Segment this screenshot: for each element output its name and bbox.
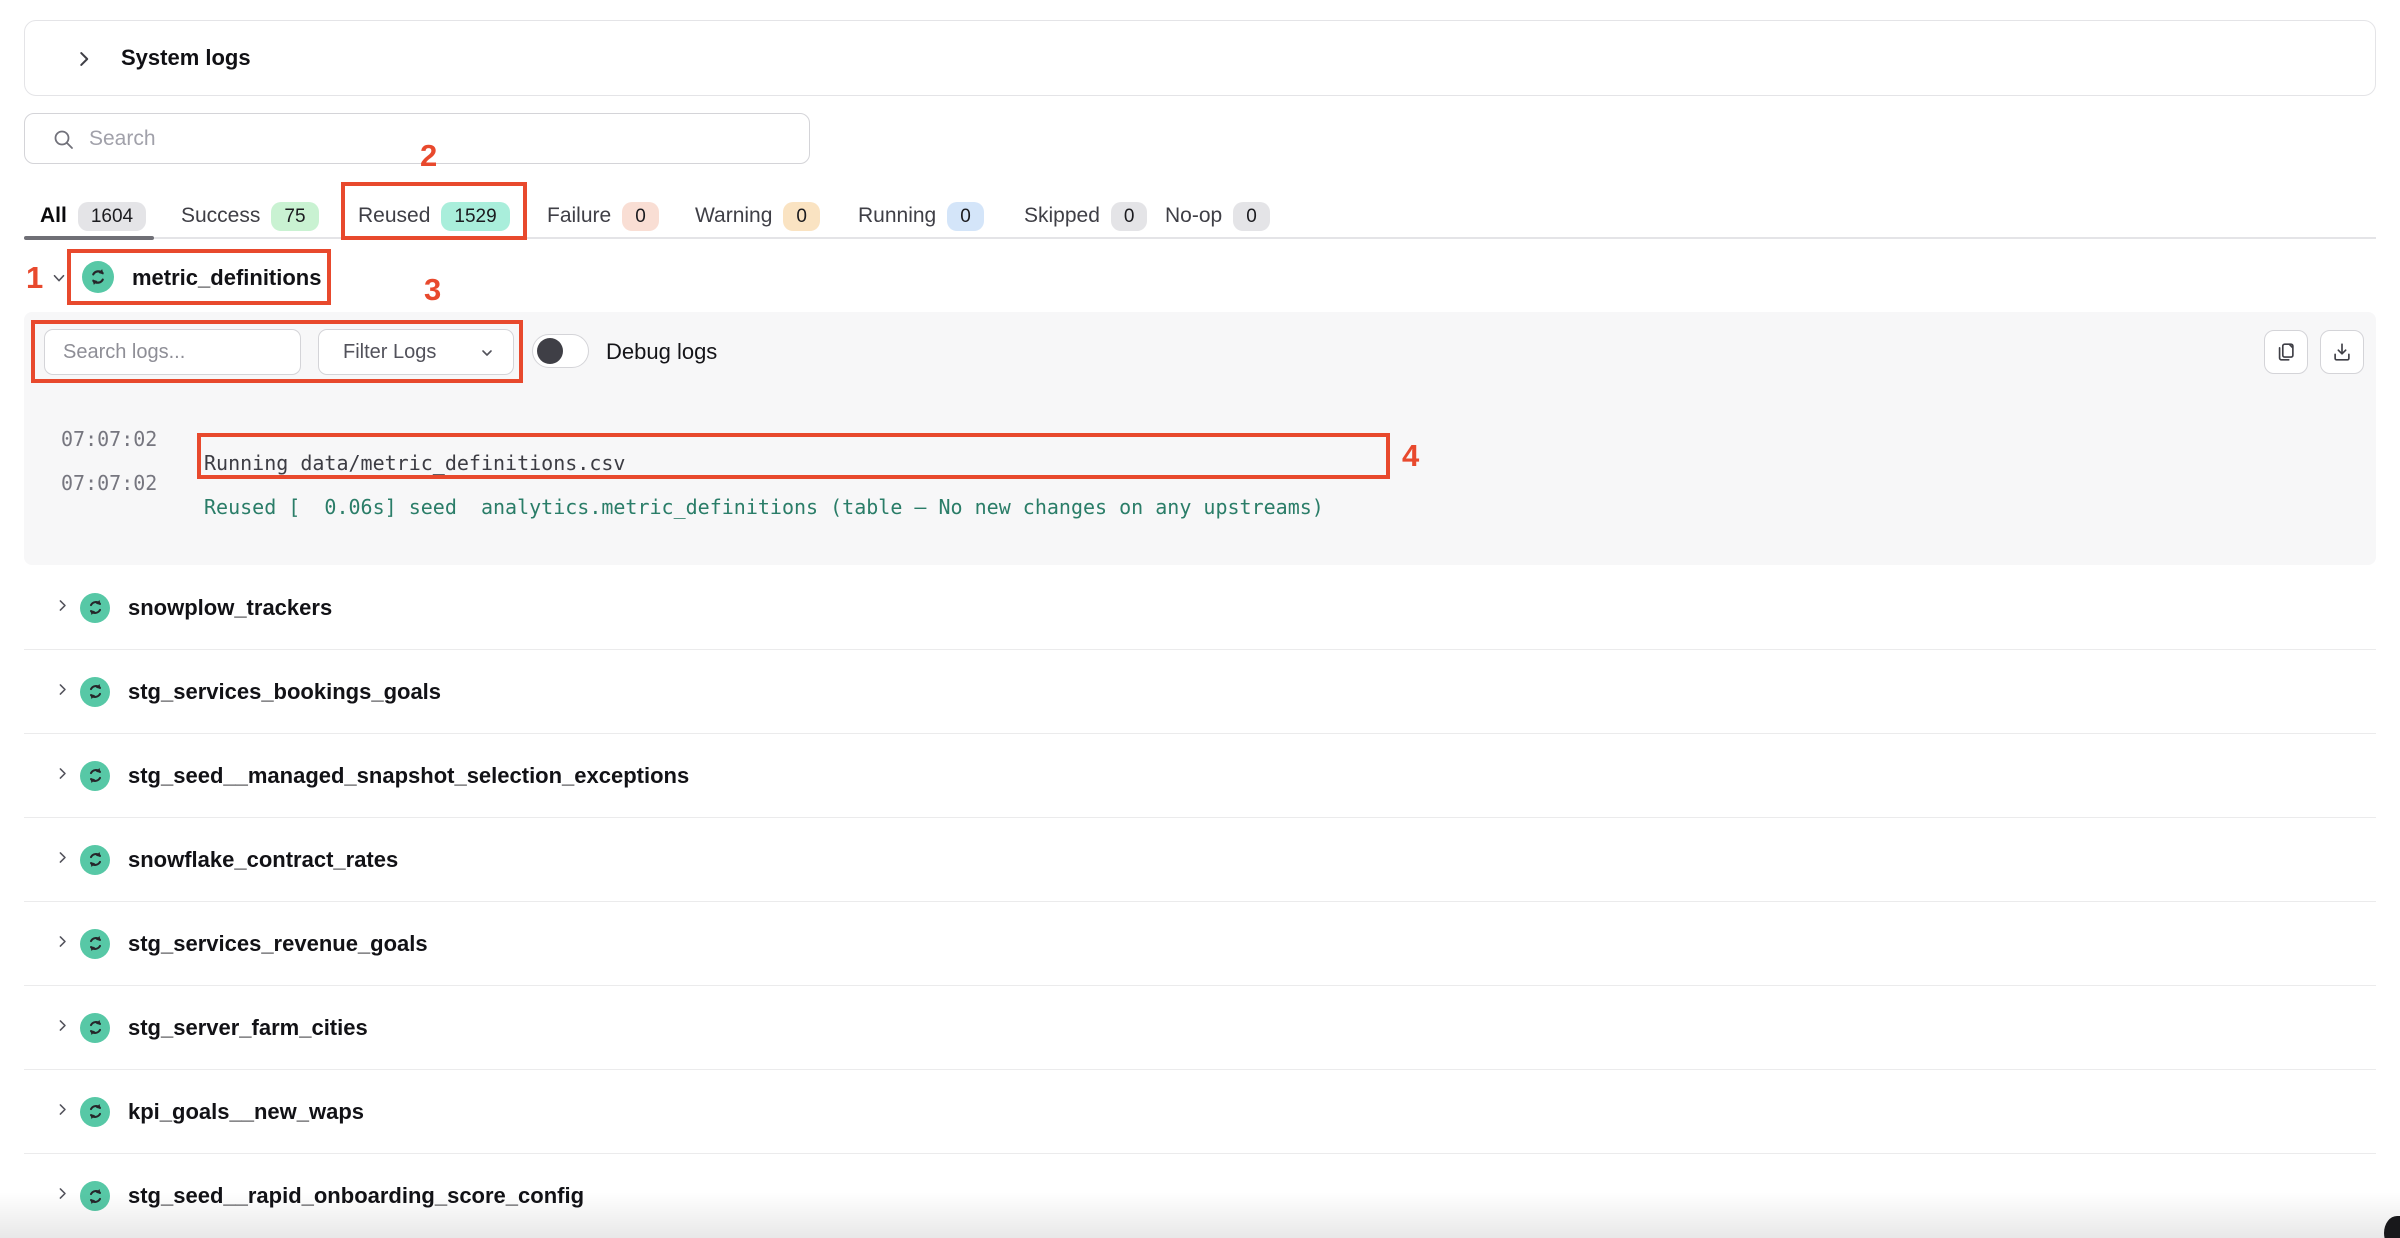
system-logs-page: System logs Search All 1604 Success 75 R… bbox=[0, 0, 2400, 1238]
log-search-placeholder: Search logs... bbox=[63, 341, 185, 364]
sync-icon bbox=[80, 1181, 110, 1211]
sync-icon bbox=[80, 1013, 110, 1043]
chevron-right-icon[interactable] bbox=[73, 48, 95, 70]
debug-logs-toggle[interactable] bbox=[532, 334, 589, 368]
chevron-right-icon bbox=[54, 1101, 71, 1123]
sync-icon bbox=[80, 845, 110, 875]
node-label: stg_services_revenue_goals bbox=[128, 931, 428, 957]
sync-icon bbox=[80, 677, 110, 707]
copy-icon bbox=[2275, 341, 2297, 363]
tab-count-badge: 1529 bbox=[441, 202, 509, 231]
tabs-underline bbox=[24, 237, 2376, 239]
search-input[interactable]: Search bbox=[24, 113, 810, 164]
tab-skipped[interactable]: Skipped 0 bbox=[1024, 197, 1147, 235]
log-timestamp: 07:07:02 bbox=[61, 471, 157, 495]
chevron-right-icon bbox=[54, 765, 71, 787]
tab-count-badge: 1604 bbox=[78, 202, 146, 231]
node-row[interactable]: stg_seed__managed_snapshot_selection_exc… bbox=[24, 734, 2376, 818]
node-label: stg_seed__managed_snapshot_selection_exc… bbox=[128, 763, 689, 789]
node-row[interactable]: stg_services_bookings_goals bbox=[24, 650, 2376, 734]
node-row[interactable]: stg_server_farm_cities bbox=[24, 986, 2376, 1070]
tab-all[interactable]: All 1604 bbox=[40, 197, 146, 235]
sync-icon bbox=[82, 261, 114, 293]
active-tab-indicator bbox=[24, 236, 154, 240]
download-icon bbox=[2331, 341, 2353, 363]
tab-success[interactable]: Success 75 bbox=[181, 197, 319, 235]
chevron-right-icon bbox=[54, 849, 71, 871]
chevron-right-icon bbox=[54, 1185, 71, 1207]
node-row[interactable]: stg_services_revenue_goals bbox=[24, 902, 2376, 986]
node-row[interactable]: snowflake_contract_rates bbox=[24, 818, 2376, 902]
expanded-node-label: metric_definitions bbox=[132, 265, 321, 291]
chevron-right-icon bbox=[54, 933, 71, 955]
filter-logs-dropdown[interactable]: Filter Logs bbox=[318, 329, 514, 375]
tab-label: Failure bbox=[547, 204, 611, 228]
log-line: 07:07:02 Reused [ 0.06s] seed analytics.… bbox=[24, 447, 2376, 473]
tab-label: No-op bbox=[1165, 204, 1222, 228]
tab-warning[interactable]: Warning 0 bbox=[695, 197, 820, 235]
sync-icon bbox=[80, 593, 110, 623]
node-label: kpi_goals__new_waps bbox=[128, 1099, 364, 1125]
node-row[interactable]: stg_seed__rapid_onboarding_score_config bbox=[24, 1154, 2376, 1238]
sync-icon bbox=[80, 929, 110, 959]
tab-count-badge: 0 bbox=[622, 202, 659, 231]
tab-label: Skipped bbox=[1024, 204, 1100, 228]
toggle-knob bbox=[537, 338, 563, 364]
log-search-input[interactable]: Search logs... bbox=[44, 329, 301, 375]
chevron-right-icon bbox=[54, 597, 71, 619]
log-line: 07:07:02 Running data/metric_definitions… bbox=[24, 403, 2376, 429]
tab-count-badge: 75 bbox=[271, 202, 318, 231]
chevron-right-icon bbox=[54, 1017, 71, 1039]
copy-logs-button[interactable] bbox=[2264, 330, 2308, 374]
tab-count-badge: 0 bbox=[1233, 202, 1270, 231]
node-row[interactable]: snowplow_trackers bbox=[24, 566, 2376, 650]
tab-reused[interactable]: Reused 1529 bbox=[358, 197, 510, 235]
node-label: stg_seed__rapid_onboarding_score_config bbox=[128, 1183, 584, 1209]
tab-label: Success bbox=[181, 204, 260, 228]
expanded-node-row[interactable] bbox=[24, 246, 2376, 308]
chevron-down-icon[interactable] bbox=[50, 269, 68, 292]
page-title: System logs bbox=[121, 45, 251, 71]
tab-label: Reused bbox=[358, 204, 430, 228]
tab-failure[interactable]: Failure 0 bbox=[547, 197, 659, 235]
tab-noop[interactable]: No-op 0 bbox=[1165, 197, 1270, 235]
system-logs-card: System logs bbox=[24, 20, 2376, 96]
download-logs-button[interactable] bbox=[2320, 330, 2364, 374]
tab-count-badge: 0 bbox=[947, 202, 984, 231]
sync-icon bbox=[80, 1097, 110, 1127]
log-text-reused: Reused [ 0.06s] seed analytics.metric_de… bbox=[204, 495, 1324, 519]
corner-artifact bbox=[2384, 1216, 2400, 1238]
sync-icon bbox=[80, 761, 110, 791]
chevron-right-icon bbox=[54, 681, 71, 703]
tab-label: All bbox=[40, 204, 67, 228]
node-label: stg_services_bookings_goals bbox=[128, 679, 441, 705]
chevron-down-icon bbox=[479, 345, 495, 361]
tab-label: Running bbox=[858, 204, 936, 228]
node-label: snowflake_contract_rates bbox=[128, 847, 398, 873]
tab-count-badge: 0 bbox=[783, 202, 820, 231]
filter-logs-label: Filter Logs bbox=[343, 341, 436, 364]
node-label: snowplow_trackers bbox=[128, 595, 332, 621]
node-label: stg_server_farm_cities bbox=[128, 1015, 368, 1041]
debug-logs-label: Debug logs bbox=[606, 339, 717, 365]
search-placeholder: Search bbox=[89, 127, 156, 151]
tab-label: Warning bbox=[695, 204, 772, 228]
node-list: snowplow_trackers stg_services_bookings_… bbox=[24, 566, 2376, 1238]
node-row[interactable]: kpi_goals__new_waps bbox=[24, 1070, 2376, 1154]
tab-running[interactable]: Running 0 bbox=[858, 197, 984, 235]
tab-count-badge: 0 bbox=[1111, 202, 1148, 231]
log-panel: Search logs... Filter Logs Debug logs 07… bbox=[24, 312, 2376, 565]
search-icon bbox=[52, 128, 76, 152]
